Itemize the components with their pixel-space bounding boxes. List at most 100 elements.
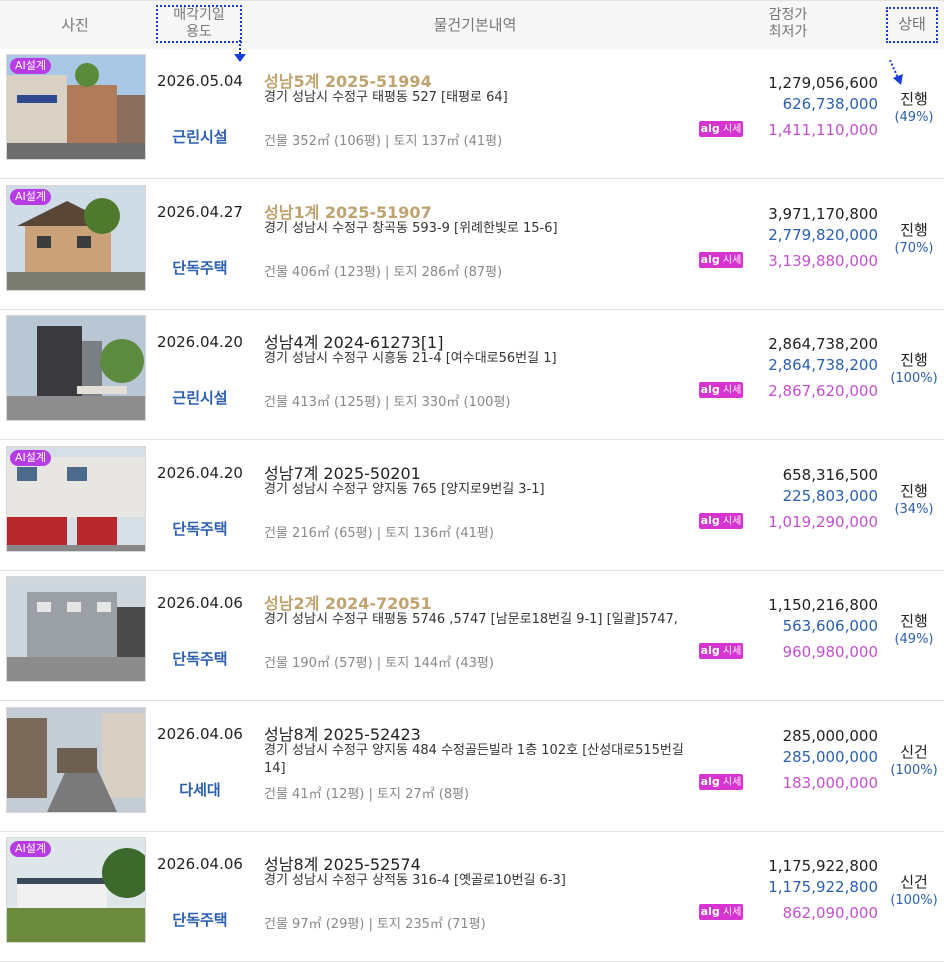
- minimum-ratio: (34%): [894, 501, 934, 517]
- alg-label: 시세: [722, 907, 742, 918]
- header-photo: 사진: [61, 16, 89, 34]
- property-photo[interactable]: AI설계: [6, 54, 146, 160]
- alg-brand: alg: [700, 383, 720, 396]
- market-price: 183,000,000: [782, 773, 878, 792]
- minimum-ratio: (100%): [890, 371, 938, 386]
- alg-market-price-button[interactable]: alg 시세: [699, 643, 743, 659]
- market-price: 1,411,110,000: [768, 121, 878, 139]
- alg-brand: alg: [700, 774, 720, 788]
- market-price: 3,139,880,000: [768, 251, 878, 270]
- property-photo[interactable]: AI설계: [6, 184, 146, 291]
- property-use: 단독주택: [172, 258, 228, 277]
- table-header: 사진 매각기일 용도 물건기본내역 감정가 최저가 상태: [0, 0, 944, 49]
- property-area: 건물 216㎡ (65평) | 토지 136㎡ (41평): [264, 525, 494, 541]
- header-use-label: 용도: [186, 24, 212, 40]
- property-address: 경기 성남시 수정구 시흥동 21-4 [여수대로56번길 1]: [264, 351, 557, 366]
- property-photo[interactable]: AI설계: [6, 445, 146, 552]
- header-appraisal-label: 감정가: [768, 7, 808, 23]
- property-use: 단독주택: [172, 911, 228, 929]
- alg-brand: alg: [700, 644, 720, 657]
- auction-status: 신건: [900, 873, 928, 891]
- property-address: 경기 성남시 수정구 양지동 765 [양지로9번길 3-1]: [264, 481, 545, 497]
- alg-brand: alg: [700, 252, 720, 266]
- ai-design-badge: AI설계: [10, 58, 52, 74]
- property-photo[interactable]: [6, 315, 146, 421]
- auction-list-page: 사진 매각기일 용도 물건기본내역 감정가 최저가 상태 AI설계 2026.0…: [0, 0, 944, 962]
- sale-date: 2026.05.04: [157, 72, 243, 90]
- property-photo[interactable]: AI설계: [6, 837, 146, 943]
- appraisal-price: 3,971,170,800: [768, 204, 878, 223]
- header-date-use[interactable]: 매각기일 용도: [156, 5, 242, 43]
- table-row[interactable]: 2026.04.06 단독주택 성남2계 2024-72051 경기 성남시 수…: [0, 570, 944, 701]
- property-photo-image: [7, 577, 145, 681]
- minimum-price: 626,738,000: [782, 95, 878, 113]
- alg-market-price-button[interactable]: alg 시세: [699, 773, 743, 790]
- market-price: 1,019,290,000: [768, 512, 878, 531]
- table-row[interactable]: AI설계 2026.04.27 단독주택 성남1계 2025-51907 경기 …: [0, 179, 944, 310]
- property-area: 건물 352㎡ (106평) | 토지 137㎡ (41평): [264, 134, 503, 149]
- auction-status: 진행: [900, 481, 928, 500]
- minimum-ratio: (49%): [894, 632, 934, 647]
- property-use: 단독주택: [172, 650, 228, 668]
- sale-date: 2026.04.06: [157, 724, 243, 743]
- alg-market-price-button[interactable]: alg 시세: [699, 904, 743, 920]
- table-row[interactable]: AI설계 2026.05.04 근린시설 성남5계 2025-51994 경기 …: [0, 48, 944, 179]
- alg-brand: alg: [700, 122, 720, 135]
- alg-market-price-button[interactable]: alg 시세: [699, 251, 743, 268]
- ai-design-badge: AI설계: [10, 188, 52, 205]
- minimum-price: 2,864,738,200: [768, 356, 878, 374]
- alg-label: 시세: [722, 124, 742, 135]
- property-photo-image: [7, 707, 145, 812]
- property-use: 근린시설: [172, 389, 228, 407]
- alg-brand: alg: [700, 905, 720, 918]
- appraisal-price: 658,316,500: [782, 465, 878, 484]
- auction-status: 진행: [900, 90, 928, 108]
- appraisal-price: 2,864,738,200: [768, 335, 878, 353]
- alg-market-price-button[interactable]: alg 시세: [699, 121, 743, 137]
- property-photo[interactable]: [6, 706, 146, 813]
- property-area: 건물 413㎡ (125평) | 토지 330㎡ (100평): [264, 395, 511, 410]
- table-row[interactable]: AI설계 2026.04.20 단독주택 성남7계 2025-50201 경기 …: [0, 440, 944, 571]
- table-row[interactable]: AI설계 2026.04.06 단독주택 성남8계 2025-52574 경기 …: [0, 831, 944, 962]
- minimum-ratio: (100%): [890, 893, 938, 908]
- alg-market-price-button[interactable]: alg 시세: [699, 512, 743, 529]
- header-info: 물건기본내역: [433, 16, 517, 34]
- property-address: 경기 성남시 수정구 상적동 316-4 [옛골로10번길 6-3]: [264, 873, 566, 888]
- property-area: 건물 190㎡ (57평) | 토지 144㎡ (43평): [264, 656, 494, 671]
- property-address: 경기 성남시 수정구 태평동 5746 ,5747 [남문로18번길 9-1] …: [264, 612, 678, 627]
- alg-label: 시세: [722, 776, 742, 788]
- alg-label: 시세: [722, 385, 742, 396]
- sale-date: 2026.04.06: [157, 855, 243, 873]
- ai-design-badge: AI설계: [10, 841, 52, 857]
- appraisal-price: 1,150,216,800: [768, 596, 878, 614]
- property-address: 경기 성남시 수정구 창곡동 593-9 [위례한빛로 15-6]: [264, 220, 558, 236]
- ai-design-badge: AI설계: [10, 449, 52, 466]
- alg-market-price-button[interactable]: alg 시세: [699, 382, 743, 398]
- market-price: 2,867,620,000: [768, 382, 878, 400]
- auction-status: 진행: [900, 612, 928, 630]
- header-date-label: 매각기일: [173, 7, 225, 23]
- table-row[interactable]: 2026.04.20 근린시설 성남4계 2024-61273[1] 경기 성남…: [0, 309, 944, 440]
- property-area: 건물 406㎡ (123평) | 토지 286㎡ (87평): [264, 264, 503, 280]
- minimum-ratio: (70%): [894, 240, 934, 256]
- sale-date: 2026.04.27: [157, 202, 243, 221]
- table-row[interactable]: 2026.04.06 다세대 성남8계 2025-52423 경기 성남시 수정…: [0, 701, 944, 832]
- auction-status: 진행: [900, 351, 928, 369]
- auction-status: 신건: [900, 742, 928, 761]
- property-use: 단독주택: [172, 519, 228, 538]
- minimum-price: 225,803,000: [782, 486, 878, 505]
- property-address: 경기 성남시 수정구 태평동 527 [태평로 64]: [264, 90, 508, 105]
- property-use: 근린시설: [172, 128, 228, 146]
- minimum-ratio: (49%): [894, 110, 934, 125]
- sale-date: 2026.04.20: [157, 463, 243, 482]
- alg-label: 시세: [722, 254, 742, 266]
- market-price: 960,980,000: [782, 643, 878, 661]
- header-status[interactable]: 상태: [886, 7, 938, 43]
- minimum-price: 1,175,922,800: [768, 878, 878, 896]
- property-photo[interactable]: [6, 576, 146, 682]
- auction-status: 진행: [900, 220, 928, 239]
- property-photo-image: [7, 316, 145, 420]
- header-price[interactable]: 감정가 최저가: [748, 7, 828, 41]
- property-address: 경기 성남시 수정구 양지동 484 수정골든빌라 1층 102호 [산성대로5…: [264, 742, 684, 776]
- alg-label: 시세: [722, 646, 742, 657]
